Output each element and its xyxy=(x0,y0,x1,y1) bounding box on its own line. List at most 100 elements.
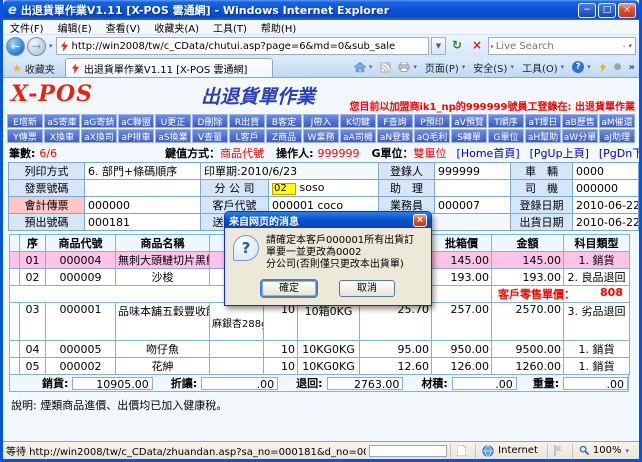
item-row-04[interactable]: 04 000005 吻仔魚 10 10KG0KG 95.00 950.00 95… xyxy=(10,341,630,358)
col-code: 商品代號 xyxy=(46,235,116,252)
home-button[interactable]: ▾ xyxy=(354,62,374,73)
minimize-button[interactable]: − xyxy=(578,3,596,18)
btn-urge-return[interactable]: aM催還 xyxy=(599,114,635,128)
cell-box-price: 145.00 xyxy=(432,252,492,269)
btn-salesman[interactable]: W業務 xyxy=(303,129,339,143)
btn-assistant[interactable]: aJ助理 xyxy=(599,129,635,143)
security-zone-panel: Internet xyxy=(475,444,544,458)
maximize-button[interactable]: □ xyxy=(598,3,616,18)
btn-add-new[interactable]: E增新 xyxy=(7,114,43,128)
menu-tools[interactable]: 工具(T) xyxy=(206,20,254,35)
cell-amount: 9500.00 xyxy=(492,341,564,358)
btn-order[interactable]: T順序 xyxy=(488,114,524,128)
menu-help[interactable]: 帮助(H) xyxy=(254,20,303,35)
branch-value-cell: soso xyxy=(269,180,379,197)
reg-date-label: 登錄日期 xyxy=(511,197,573,214)
btn-driver[interactable]: aA司機 xyxy=(340,129,376,143)
item-row-05[interactable]: 05 000002 花紳 10 10KG0KG 12.60 126.00 126… xyxy=(10,358,630,375)
lightning-icon[interactable] xyxy=(599,62,607,73)
address-input[interactable] xyxy=(72,41,425,52)
item-row-03[interactable]: 03 000001 品味本舖五穀豐收餅 麻銀杏288g 10 10箱0KG 25… xyxy=(10,303,630,341)
page-favicon xyxy=(60,41,69,52)
refresh-icon[interactable]: ↻ xyxy=(448,37,466,55)
btn-split-order[interactable]: aW分單 xyxy=(562,129,598,143)
protected-mode-panel xyxy=(547,444,569,458)
btn-schedule-vehicle[interactable]: aP排車 xyxy=(118,129,154,143)
btn-unit[interactable]: G單位 xyxy=(488,129,524,143)
btn-help[interactable]: aH幫助 xyxy=(525,129,561,143)
btn-alliance[interactable]: aC聯盟 xyxy=(118,114,154,128)
btn-check-quantity[interactable]: V查量 xyxy=(192,129,228,143)
btn-customer-order[interactable]: B客定 xyxy=(266,114,302,128)
btn-correct[interactable]: U更正 xyxy=(155,114,191,128)
weight-value: .00 xyxy=(563,377,628,390)
btn-preprint[interactable]: P預印 xyxy=(414,114,450,128)
stop-icon[interactable]: × xyxy=(468,37,486,55)
progress-bar xyxy=(369,445,447,457)
btn-change-driver[interactable]: aX換司 xyxy=(81,129,117,143)
btn-pick-date[interactable]: aT擇日 xyxy=(525,114,561,128)
btn-transfer-order[interactable]: S轉單 xyxy=(451,129,487,143)
safety-menu-button[interactable]: 安全(S) ▾ xyxy=(473,60,515,75)
btn-voucher[interactable]: Y傳票 xyxy=(7,129,43,143)
cell-gift: 麻銀杏288g xyxy=(210,303,264,341)
btn-query[interactable]: F查詢 xyxy=(377,114,413,128)
help-button[interactable]: ? ▾ xyxy=(572,61,592,73)
gear-icon[interactable]: ● xyxy=(614,62,622,72)
dialog-close-icon[interactable]: × xyxy=(413,214,427,227)
tab-active[interactable]: 出退貨單作業V1.11 [X-POS 雲通網] xyxy=(65,58,273,77)
close-button[interactable]: × xyxy=(618,3,636,18)
back-button[interactable]: ← xyxy=(6,37,25,56)
search-dropdown-icon[interactable]: ▾ xyxy=(627,42,633,50)
btn-delete[interactable]: D刪除 xyxy=(192,114,228,128)
cell-box-price: 126.00 xyxy=(432,358,492,375)
address-dropdown-icon[interactable]: ▼ xyxy=(431,37,446,55)
btn-ship[interactable]: R出貨 xyxy=(229,114,265,128)
btn-deposit-warehouse[interactable]: aS寄庫 xyxy=(44,114,80,128)
menu-edit[interactable]: 编辑(E) xyxy=(51,20,99,35)
search-icon[interactable] xyxy=(623,41,626,52)
feed-icon[interactable] xyxy=(380,62,391,73)
cell-no: 05 xyxy=(20,358,46,375)
btn-product[interactable]: Z商品 xyxy=(266,129,302,143)
btn-change-sales[interactable]: aS換業 xyxy=(155,129,191,143)
search-input[interactable] xyxy=(496,41,621,52)
branch-code-input[interactable] xyxy=(272,183,296,195)
cancel-button[interactable]: 取消 xyxy=(339,280,395,297)
btn-switch-key[interactable]: K切鍵 xyxy=(340,114,376,128)
overflow-chevron-icon[interactable]: » xyxy=(629,62,635,73)
menu-file[interactable]: 文件(F) xyxy=(3,20,51,35)
zoom-control[interactable]: 100% ▾ xyxy=(572,444,636,458)
print-button[interactable]: ▾ xyxy=(398,62,418,72)
history-dropdown-icon[interactable]: ▾ xyxy=(48,42,54,50)
flag-icon xyxy=(554,445,563,456)
btn-consignment[interactable]: aG寄銷 xyxy=(81,114,117,128)
ok-button[interactable]: 確定 xyxy=(261,280,317,297)
col-category: 科目類型 xyxy=(564,235,630,252)
btn-change-vehicle[interactable]: X換車 xyxy=(44,129,80,143)
favorites-button[interactable]: ★ 收藏夹 xyxy=(5,59,62,77)
btn-preview[interactable]: aV預覽 xyxy=(451,114,487,128)
nav-home-link[interactable]: [Home首頁] xyxy=(457,145,520,161)
cell-qty: 10 xyxy=(264,358,298,375)
menu-favorites[interactable]: 收藏夹(A) xyxy=(147,20,206,35)
safety-menu-label: 安全(S) xyxy=(473,60,507,75)
page-menu-button[interactable]: 页面(P) ▾ xyxy=(425,60,466,75)
btn-gross-profit[interactable]: aQ毛利 xyxy=(414,129,450,143)
btn-import[interactable]: J帶入 xyxy=(303,114,339,128)
voucher-label: 會計傳票 xyxy=(9,197,85,214)
btn-register[interactable]: aN登錄 xyxy=(377,129,413,143)
menu-bar: 文件(F) 编辑(E) 查看(V) 收藏夹(A) 工具(T) 帮助(H) xyxy=(3,20,639,35)
nav-pgup-link[interactable]: [PgUp上頁] xyxy=(530,145,589,161)
dialog-message-line2: 分公司(否則僅只更改本出貨單) xyxy=(266,259,404,270)
assistant-label: 助 理 xyxy=(379,180,435,197)
tools-menu-button[interactable]: 工具(O) ▾ xyxy=(522,60,565,75)
cell-unit: 10KG0KG xyxy=(298,358,360,375)
menu-view[interactable]: 查看(V) xyxy=(99,20,148,35)
unit-mode-label: G單位： xyxy=(372,145,414,161)
btn-customer[interactable]: L客戶 xyxy=(229,129,265,143)
forward-button[interactable]: → xyxy=(27,37,46,56)
btn-sales-history[interactable]: aB歷售 xyxy=(562,114,598,128)
page-title: 出退貨單作業 xyxy=(201,82,315,109)
nav-pgdn-link[interactable]: [PgDn下頁] xyxy=(599,145,639,161)
